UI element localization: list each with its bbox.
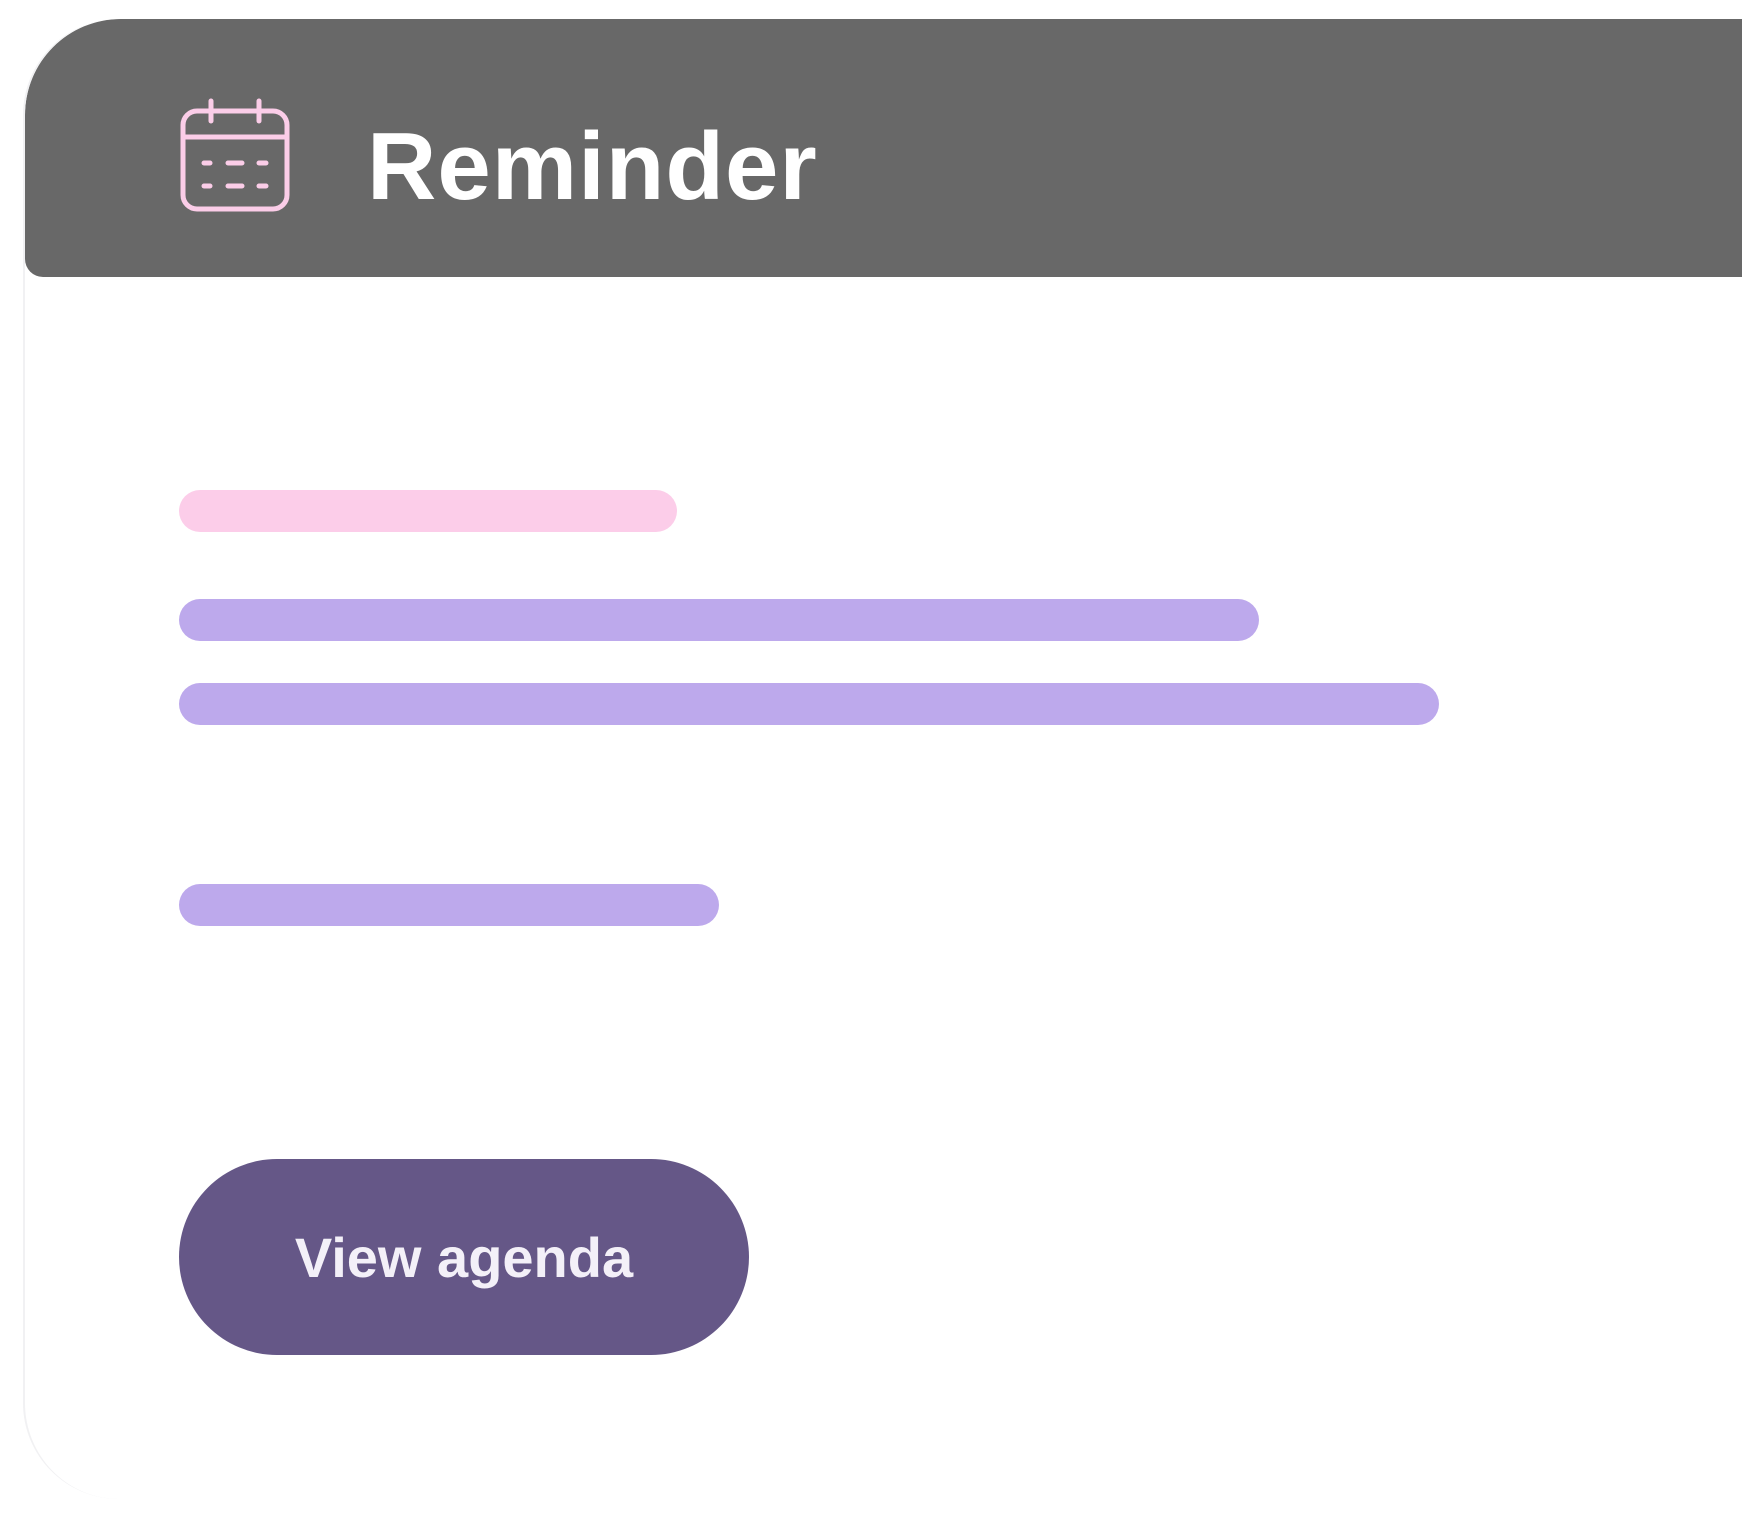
text-placeholder-line	[179, 884, 719, 926]
text-placeholder-line	[179, 599, 1259, 641]
reminder-card: Reminder View agenda	[23, 19, 1742, 1499]
calendar-icon	[177, 97, 293, 213]
reminder-title: Reminder	[367, 113, 818, 220]
reminder-header: Reminder	[25, 19, 1742, 277]
subtitle-placeholder-line	[179, 490, 677, 532]
view-agenda-button[interactable]: View agenda	[179, 1159, 749, 1355]
text-placeholder-line	[179, 683, 1439, 725]
